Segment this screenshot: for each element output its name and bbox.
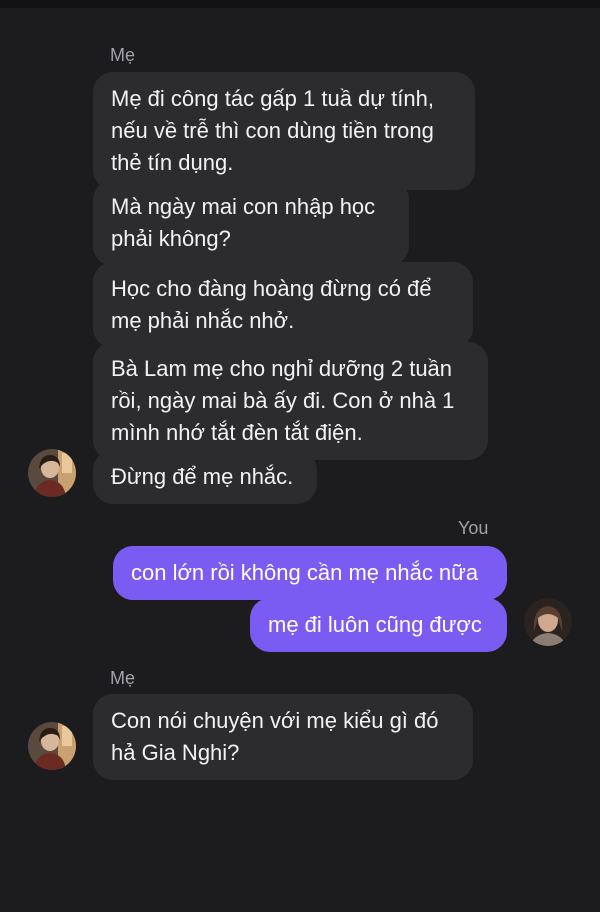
sender-label-mother: Mẹ — [110, 668, 136, 688]
incoming-message[interactable]: Học cho đàng hoàng đừng có để mẹ phải nh… — [93, 262, 473, 348]
sender-label-mother: Mẹ — [110, 45, 136, 65]
outgoing-message[interactable]: con lớn rồi không cần mẹ nhắc nữa — [113, 546, 507, 600]
user-avatar-icon[interactable] — [524, 598, 572, 646]
status-bar-strip — [0, 0, 600, 8]
outgoing-message[interactable]: mẹ đi luôn cũng được — [250, 598, 507, 652]
incoming-message[interactable]: Mẹ đi công tác gấp 1 tuầ dự tính, nếu về… — [93, 72, 475, 190]
incoming-message[interactable]: Bà Lam mẹ cho nghỉ dưỡng 2 tuần rồi, ngà… — [93, 342, 488, 460]
incoming-message[interactable]: Mà ngày mai con nhập học phải không? — [93, 180, 409, 266]
incoming-message[interactable]: Đừng để mẹ nhắc. — [93, 450, 317, 504]
incoming-message[interactable]: Con nói chuyện với mẹ kiểu gì đó hả Gia … — [93, 694, 473, 780]
mother-avatar-icon[interactable] — [28, 449, 76, 497]
mother-avatar-icon[interactable] — [28, 722, 76, 770]
sender-label-you: You — [458, 518, 489, 538]
